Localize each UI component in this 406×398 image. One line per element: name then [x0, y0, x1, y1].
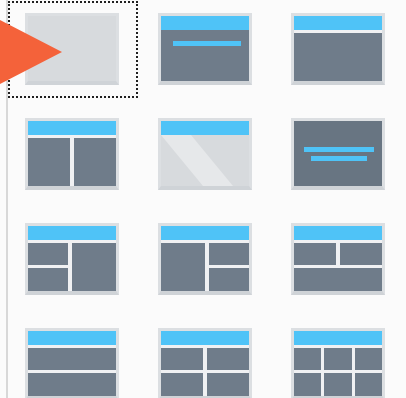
- layout-tile-title-left-stack-right-big[interactable]: [25, 223, 119, 295]
- layout-tile-title-two-rows[interactable]: [25, 328, 119, 398]
- layout-four-grid-icon: [161, 331, 249, 396]
- layout-title-content-icon: [161, 16, 249, 81]
- layout-tile-title-two-columns[interactable]: [25, 118, 119, 190]
- layout-tile-title-only[interactable]: [158, 118, 252, 190]
- layout-two-rows-icon: [28, 331, 116, 396]
- layout-title-single-content-icon: [294, 16, 382, 81]
- layout-tile-title-top-split-bottom-wide[interactable]: [291, 223, 385, 295]
- layout-section-header-icon: [294, 121, 382, 186]
- layout-left-stack-icon: [28, 226, 116, 291]
- layout-tile-title-bar-content[interactable]: [158, 13, 252, 85]
- layout-tile-title-left-big-right-stack[interactable]: [158, 223, 252, 295]
- layout-tile-title-content[interactable]: [291, 13, 385, 85]
- layout-right-stack-icon: [161, 226, 249, 291]
- layout-tile-section-header[interactable]: [291, 118, 385, 190]
- layout-two-columns-icon: [28, 121, 116, 186]
- layout-title-only-icon: [161, 121, 249, 186]
- layout-picker-panel: [0, 0, 406, 398]
- layout-six-grid-icon: [294, 331, 382, 396]
- layout-tile-title-four-grid[interactable]: [158, 328, 252, 398]
- layout-tile-title-six-grid[interactable]: [291, 328, 385, 398]
- layout-top-split-icon: [294, 226, 382, 291]
- pointer-arrow-icon: [0, 20, 62, 84]
